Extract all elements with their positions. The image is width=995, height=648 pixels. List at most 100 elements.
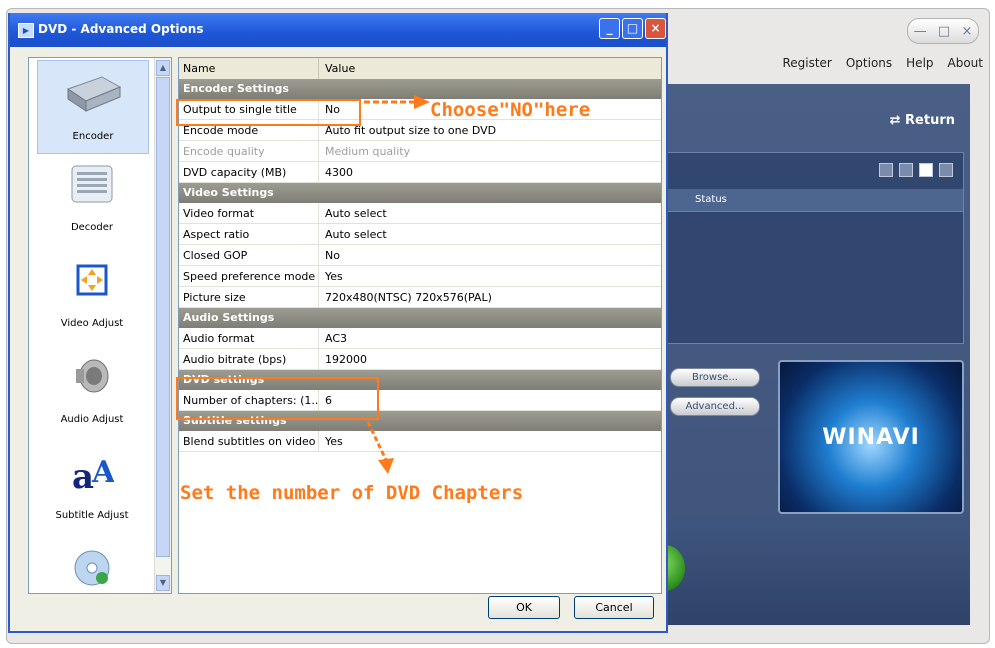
- list-toolbar: [879, 163, 953, 177]
- main-bottom-panel: [660, 515, 970, 625]
- section-audio-settings: Audio Settings: [179, 308, 661, 328]
- sidebar-label-subtitle-adjust: Subtitle Adjust: [55, 510, 129, 521]
- row-dvd-capacity[interactable]: DVD capacity (MB) 4300: [179, 162, 661, 183]
- row-speed-preference-mode[interactable]: Speed preference mode Yes: [179, 266, 661, 287]
- property-value[interactable]: Auto fit output size to one DVD: [323, 120, 643, 141]
- property-value[interactable]: No: [323, 245, 643, 266]
- property-name: Video format: [181, 203, 319, 224]
- file-list-header: Status: [665, 189, 963, 212]
- maximize-button[interactable]: □: [622, 18, 643, 39]
- disc-icon: [74, 550, 110, 586]
- section-title: Encoder Settings: [183, 82, 289, 95]
- menu-register[interactable]: Register: [782, 56, 831, 70]
- property-value[interactable]: 192000: [323, 349, 643, 370]
- annotation-arrow-right: [364, 95, 430, 109]
- logo-text: WINAVI: [822, 424, 920, 450]
- row-video-format[interactable]: Video format Auto select: [179, 203, 661, 224]
- main-window-controls[interactable]: — □ ×: [907, 18, 979, 44]
- row-audio-bitrate[interactable]: Audio bitrate (bps) 192000: [179, 349, 661, 370]
- app-icon: ▶: [18, 23, 34, 38]
- sidebar-scrollbar[interactable]: ▲ ▼: [154, 58, 171, 593]
- sidebar-label-video-adjust: Video Adjust: [60, 318, 124, 329]
- status-column-header[interactable]: Status: [695, 194, 727, 205]
- row-blend-subtitles[interactable]: Blend subtitles on video Yes: [179, 431, 661, 452]
- minimize-button[interactable]: _: [599, 18, 620, 39]
- ok-button[interactable]: OK: [488, 596, 560, 619]
- subtitle-adjust-icon: a A: [72, 455, 114, 494]
- maximize-icon[interactable]: □: [938, 24, 950, 39]
- property-value[interactable]: Auto select: [323, 203, 643, 224]
- cancel-button[interactable]: Cancel: [574, 596, 654, 619]
- value-column-header[interactable]: Value: [323, 58, 643, 79]
- menu-help[interactable]: Help: [906, 56, 933, 70]
- main-menu-bar: Register Options Help About: [782, 56, 983, 70]
- winavi-logo: WINAVI: [778, 360, 964, 514]
- property-value: Medium quality: [325, 145, 411, 158]
- property-name: Encode quality: [181, 141, 319, 162]
- row-encode-quality: Encode quality Medium quality: [179, 141, 661, 162]
- advanced-button[interactable]: Advanced...: [670, 397, 760, 416]
- property-value[interactable]: AC3: [323, 328, 643, 349]
- toolbar-icon-2[interactable]: [899, 163, 913, 177]
- svg-text:a: a: [72, 457, 94, 494]
- property-value[interactable]: 720x480(NTSC) 720x576(PAL): [323, 287, 643, 308]
- video-adjust-icon: [76, 264, 108, 296]
- add-icon[interactable]: [919, 163, 933, 177]
- name-column-header[interactable]: Name: [181, 58, 319, 79]
- file-list[interactable]: Status: [664, 152, 964, 344]
- sidebar-item-audio-adjust[interactable]: Audio Adjust: [37, 350, 147, 440]
- row-closed-gop[interactable]: Closed GOP No: [179, 245, 661, 266]
- property-value[interactable]: Auto select: [323, 224, 643, 245]
- grid-header: Name Value: [179, 58, 661, 79]
- scroll-up-icon[interactable]: ▲: [156, 60, 170, 76]
- encoder-icon: [66, 76, 122, 112]
- section-title: Audio Settings: [183, 311, 275, 324]
- sidebar-item-subtitle-adjust[interactable]: a A Subtitle Adjust: [37, 446, 147, 536]
- property-name: Audio bitrate (bps): [181, 349, 319, 370]
- sidebar-item-video-adjust[interactable]: Video Adjust: [37, 254, 147, 344]
- close-button[interactable]: ×: [645, 18, 666, 39]
- browse-button[interactable]: Browse...: [670, 368, 760, 387]
- row-audio-format[interactable]: Audio format AC3: [179, 328, 661, 349]
- annotation-choose-no: Choose"NO"here: [430, 99, 591, 121]
- sidebar-item-more[interactable]: [37, 542, 147, 588]
- section-video-settings: Video Settings: [179, 183, 661, 203]
- toolbar-icon-4[interactable]: [939, 163, 953, 177]
- property-name: Picture size: [181, 287, 319, 308]
- sidebar-item-decoder[interactable]: Decoder: [37, 158, 147, 248]
- property-name: Audio format: [181, 328, 319, 349]
- return-label: Return: [905, 113, 955, 128]
- close-icon[interactable]: ×: [961, 24, 972, 39]
- scroll-down-icon[interactable]: ▼: [156, 575, 170, 591]
- toolbar-icon-1[interactable]: [879, 163, 893, 177]
- audio-adjust-icon: [76, 359, 109, 393]
- annotation-box-chapters: [176, 377, 379, 420]
- annotation-arrow-down: [366, 421, 394, 474]
- row-aspect-ratio[interactable]: Aspect ratio Auto select: [179, 224, 661, 245]
- section-title: Video Settings: [183, 186, 274, 199]
- property-value[interactable]: Yes: [323, 266, 643, 287]
- property-name: Blend subtitles on video: [181, 431, 319, 452]
- property-value[interactable]: 4300: [323, 162, 643, 183]
- annotation-box-single-title: [176, 99, 361, 126]
- property-grid: Name Value Encoder Settings Output to si…: [178, 57, 662, 594]
- category-sidebar: Encoder Decoder Video Adjust Audio Adjus…: [28, 57, 172, 594]
- property-name: DVD capacity (MB): [181, 162, 319, 183]
- property-name: Speed preference mode: [181, 266, 319, 287]
- scrollbar-thumb[interactable]: [156, 77, 170, 557]
- dialog-title: DVD - Advanced Options: [38, 22, 204, 36]
- dialog-titlebar[interactable]: ▶ DVD - Advanced Options _ □ ×: [10, 13, 666, 47]
- property-name: Aspect ratio: [181, 224, 319, 245]
- sidebar-label-decoder: Decoder: [70, 222, 114, 233]
- svg-text:A: A: [91, 455, 114, 490]
- minimize-icon[interactable]: —: [914, 24, 927, 39]
- sidebar-item-encoder[interactable]: Encoder: [37, 60, 149, 154]
- row-picture-size[interactable]: Picture size 720x480(NTSC) 720x576(PAL): [179, 287, 661, 308]
- sidebar-label-encoder: Encoder: [72, 131, 114, 142]
- return-arrow-icon: ⇄: [889, 113, 901, 128]
- menu-about[interactable]: About: [948, 56, 983, 70]
- return-button[interactable]: ⇄ Return: [890, 113, 955, 128]
- sidebar-label-audio-adjust: Audio Adjust: [60, 414, 124, 425]
- menu-options[interactable]: Options: [846, 56, 892, 70]
- decoder-icon: [71, 165, 113, 203]
